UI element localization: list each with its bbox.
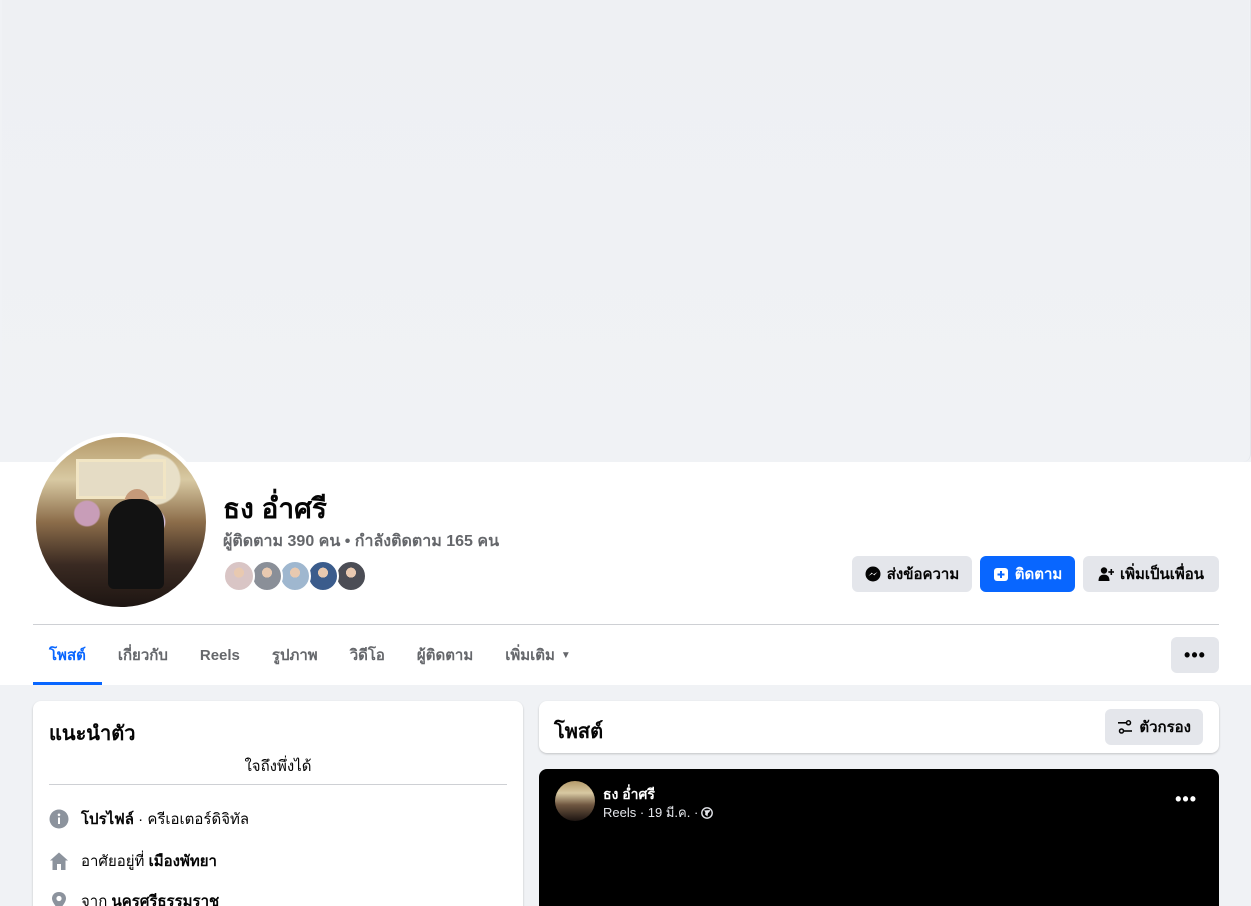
- profile-more-options-button[interactable]: •••: [1171, 637, 1219, 673]
- add-friend-button[interactable]: เพิ่มเป็นเพื่อน: [1083, 556, 1219, 592]
- intro-card: แนะนำตัว ใจถึงพึ่งได้ โปรไฟล์ · ครีเอเตอ…: [33, 701, 523, 906]
- follower-stats[interactable]: ผู้ติดตาม 390 คน • กำลังติดตาม 165 คน: [223, 529, 499, 554]
- filter-button-label: ตัวกรอง: [1139, 719, 1191, 736]
- intro-row-from: จาก นครศรีธรรมราช: [49, 889, 219, 906]
- message-button-label: ส่งข้อความ: [886, 566, 960, 583]
- messenger-icon: [865, 566, 881, 582]
- tab-more[interactable]: เพิ่มเติม ▼: [489, 625, 587, 685]
- chevron-down-icon: ▼: [560, 649, 571, 661]
- tab-label: วิดีโอ: [349, 647, 385, 664]
- filter-button[interactable]: ตัวกรอง: [1105, 709, 1203, 745]
- intro-row-lives-in: อาศัยอยู่ที่ เมืองพัทยา: [49, 849, 217, 873]
- intro-lives-prefix: อาศัยอยู่ที่: [81, 853, 149, 870]
- friend-avatar[interactable]: [223, 560, 255, 592]
- intro-profile-category: · ครีเอเตอร์ดิจิทัล: [134, 811, 250, 828]
- friend-avatar[interactable]: [335, 560, 367, 592]
- globe-icon: [701, 806, 714, 819]
- tab-photos[interactable]: รูปภาพ: [256, 625, 334, 685]
- mutual-friends-avatars[interactable]: [223, 560, 367, 592]
- filter-icon: [1118, 720, 1133, 734]
- cover-photo: [2, 0, 1249, 462]
- tab-followers[interactable]: ผู้ติดตาม: [401, 625, 489, 685]
- tab-label: ผู้ติดตาม: [416, 647, 474, 664]
- info-icon: [49, 809, 69, 829]
- profile-tabs: โพสต์ เกี่ยวกับ Reels รูปภาพ วิดีโอ ผู้ต…: [33, 625, 587, 685]
- tab-label: เพิ่มเติม: [505, 647, 555, 664]
- post-meta-text[interactable]: Reels · 19 มี.ค. ·: [603, 802, 698, 823]
- intro-bio: ใจถึงพึ่งได้: [244, 758, 312, 775]
- intro-divider: [49, 784, 507, 785]
- post-meta: Reels · 19 มี.ค. ·: [603, 802, 714, 823]
- follow-icon: [993, 568, 1008, 581]
- reel-post-card[interactable]: ธง อ่ำศรี Reels · 19 มี.ค. · •••: [539, 769, 1219, 906]
- tab-reels[interactable]: Reels: [184, 625, 256, 685]
- intro-title: แนะนำตัว: [49, 723, 136, 745]
- tab-label: รูปภาพ: [271, 647, 318, 664]
- location-pin-icon: [49, 891, 69, 906]
- tab-label: โพสต์: [49, 647, 86, 664]
- intro-from-city[interactable]: นครศรีธรรมราช: [111, 893, 219, 906]
- tab-about[interactable]: เกี่ยวกับ: [102, 625, 184, 685]
- post-menu-button[interactable]: •••: [1175, 789, 1197, 810]
- add-friend-icon: [1098, 567, 1114, 581]
- tab-label: เกี่ยวกับ: [117, 647, 168, 664]
- intro-profile-label: โปรไฟล์: [81, 811, 134, 828]
- friend-avatar[interactable]: [307, 560, 339, 592]
- tab-posts[interactable]: โพสต์: [33, 625, 102, 685]
- add-friend-button-label: เพิ่มเป็นเพื่อน: [1119, 566, 1205, 583]
- message-button[interactable]: ส่งข้อความ: [852, 556, 972, 592]
- follow-button-label: ติดตาม: [1014, 566, 1063, 583]
- friend-avatar[interactable]: [251, 560, 283, 592]
- profile-picture[interactable]: [32, 433, 210, 611]
- follow-button[interactable]: ติดตาม: [980, 556, 1075, 592]
- posts-header-card: โพสต์ ตัวกรอง: [539, 701, 1219, 753]
- post-author-avatar[interactable]: [555, 781, 595, 821]
- friend-avatar[interactable]: [279, 560, 311, 592]
- profile-name: ธง อ่ำศรี: [223, 493, 327, 524]
- intro-from-prefix: จาก: [81, 893, 112, 906]
- intro-lives-city[interactable]: เมืองพัทยา: [149, 853, 217, 870]
- cover-photo-area[interactable]: [0, 0, 1251, 462]
- posts-title: โพสต์: [554, 721, 604, 743]
- home-icon: [49, 851, 69, 871]
- tab-videos[interactable]: วิดีโอ: [334, 625, 401, 685]
- intro-row-profile: โปรไฟล์ · ครีเอเตอร์ดิจิทัล: [49, 807, 249, 831]
- tab-label: Reels: [199, 646, 240, 664]
- profile-avatar-image: [36, 437, 206, 607]
